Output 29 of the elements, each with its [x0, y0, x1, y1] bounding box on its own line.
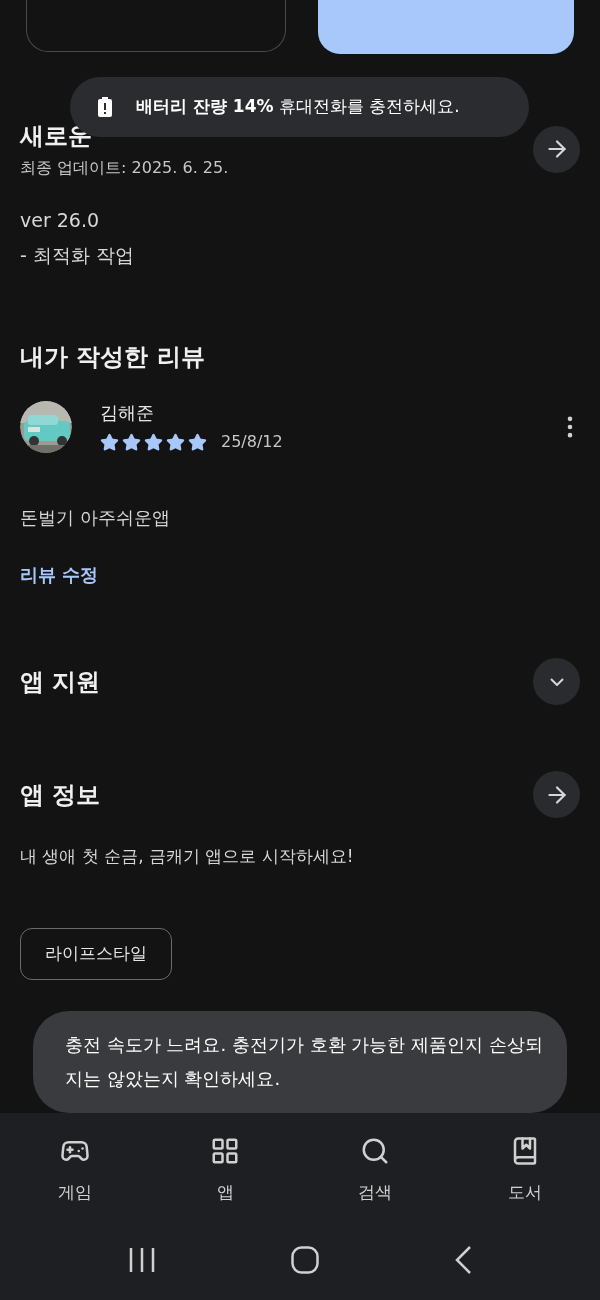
star-icon — [144, 432, 163, 452]
reviewer-name: 김해준 — [100, 401, 155, 425]
nav-tab[interactable]: 앱 — [150, 1127, 300, 1206]
edit-review-link[interactable]: 리뷰 수정 — [20, 561, 580, 588]
star-icon — [100, 432, 119, 452]
section-title: 앱 정보 — [20, 779, 101, 811]
star-icon — [166, 432, 185, 452]
back-icon[interactable] — [454, 1245, 473, 1275]
arrow-button[interactable] — [533, 125, 580, 173]
app-description: 내 생애 첫 순금, 금캐기 앱으로 시작하세요! — [20, 845, 355, 868]
recent-apps-icon[interactable] — [127, 1247, 156, 1273]
nav-tab[interactable]: 검색 — [300, 1127, 450, 1206]
release-note: ver 26.0 — [20, 208, 101, 233]
battery-icon — [98, 97, 112, 117]
release-note: - 최적화 작업 — [20, 242, 135, 268]
star-icon — [122, 432, 141, 452]
section-title: 앱 지원 — [20, 666, 101, 698]
toast-message: 배터리 잔량 14% 휴대전화를 충전하세요. — [136, 95, 460, 119]
review-date: 25/8/12 — [221, 431, 283, 453]
toast-message: 충전 속도가 느려요. 충전기가 호환 가능한 제품인지 손상되지는 않았는지 확인하세요. — [65, 1033, 543, 1091]
update-date: 최종 업데이트: 2025. 6. 25. — [20, 157, 229, 179]
section-title: 내가 작성한 리뷰 — [20, 342, 206, 373]
arrow-button[interactable] — [533, 771, 580, 818]
home-icon[interactable] — [291, 1246, 319, 1274]
category-chip[interactable]: 라이프스타일 — [20, 927, 172, 980]
nav-tab[interactable]: 게임 — [0, 1127, 150, 1206]
star-icon — [188, 432, 207, 452]
review-text: 돈벌기 아주쉬운앱 — [20, 506, 171, 530]
nav-tab[interactable]: 도서 — [450, 1127, 600, 1206]
